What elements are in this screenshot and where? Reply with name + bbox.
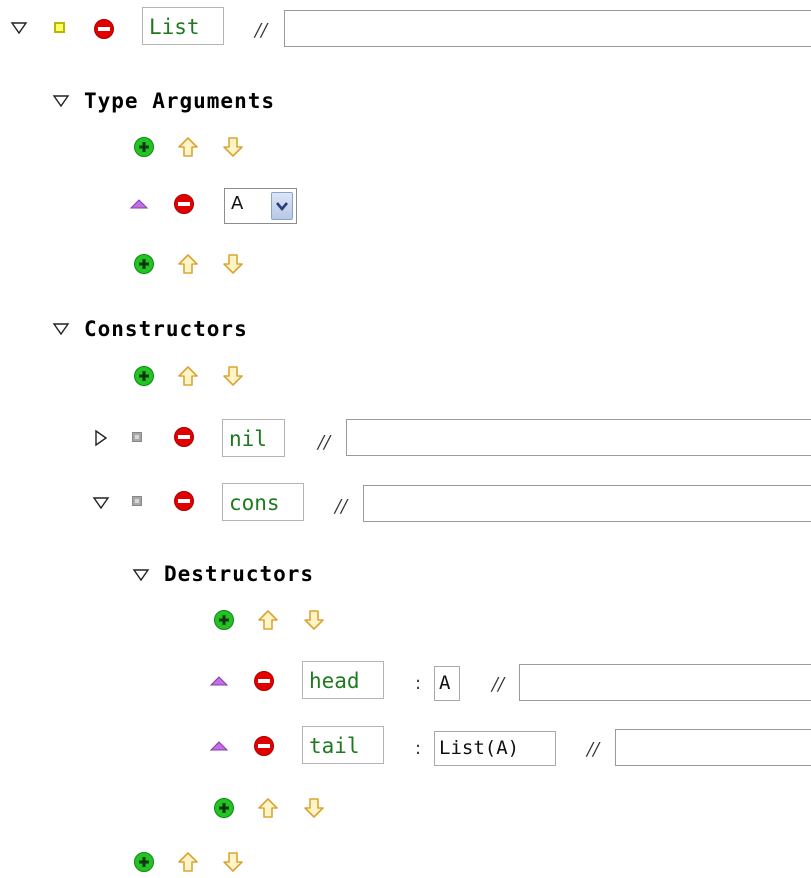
add-icon — [133, 365, 155, 387]
add-destructor-button[interactable] — [213, 797, 235, 819]
expand-toggle-nil[interactable] — [92, 429, 110, 447]
move-up-button[interactable] — [177, 851, 199, 873]
triangle-down-icon — [10, 19, 28, 37]
add-destructor-button[interactable] — [213, 609, 235, 631]
type-separator: : — [415, 738, 422, 759]
destructors-heading: Destructors — [164, 562, 315, 586]
arrow-up-icon — [177, 851, 199, 873]
comment-marker: // — [587, 739, 600, 760]
move-up-button[interactable] — [257, 797, 279, 819]
triangle-down-icon — [92, 494, 110, 512]
tail-comment-input[interactable] — [615, 729, 811, 766]
remove-list-button[interactable] — [93, 18, 115, 40]
arrow-down-icon — [222, 136, 244, 158]
destructor-name-field[interactable]: tail — [302, 726, 384, 764]
remove-icon — [93, 18, 115, 40]
remove-cons-button[interactable] — [173, 490, 195, 512]
constructors-heading: Constructors — [84, 317, 248, 341]
comment-marker: // — [318, 432, 331, 453]
add-icon — [213, 609, 235, 631]
arrow-down-icon — [222, 365, 244, 387]
drag-up-icon — [130, 198, 148, 210]
type-separator: : — [415, 673, 422, 694]
cons-comment-input[interactable] — [363, 485, 811, 522]
expand-toggle-list[interactable] — [10, 19, 28, 37]
add-icon — [133, 136, 155, 158]
remove-tail-button[interactable] — [253, 735, 275, 757]
add-constructor-button[interactable] — [133, 851, 155, 873]
arrow-up-icon — [177, 365, 199, 387]
add-icon — [133, 851, 155, 873]
move-up-button[interactable] — [177, 365, 199, 387]
remove-icon — [173, 490, 195, 512]
move-up-button[interactable] — [177, 136, 199, 158]
arrow-up-icon — [177, 253, 199, 275]
list-comment-input[interactable] — [284, 10, 811, 47]
constructor-name-field[interactable]: nil — [222, 419, 285, 457]
remove-icon — [173, 193, 195, 215]
head-comment-input[interactable] — [519, 664, 811, 701]
remove-type-argument-button[interactable] — [173, 193, 195, 215]
select-dropdown-button[interactable] — [271, 192, 293, 220]
drag-handle[interactable] — [130, 198, 148, 210]
expand-toggle-destructors[interactable] — [132, 566, 150, 584]
nil-comment-input[interactable] — [346, 419, 811, 456]
destructor-type-field[interactable]: List(A) — [434, 731, 556, 766]
constructor-name-field[interactable]: cons — [222, 483, 304, 521]
move-down-button[interactable] — [222, 253, 244, 275]
move-down-button[interactable] — [222, 365, 244, 387]
drag-handle[interactable] — [210, 740, 228, 752]
type-arguments-heading: Type Arguments — [84, 89, 276, 113]
remove-icon — [253, 735, 275, 757]
expand-toggle-type-arguments[interactable] — [52, 92, 70, 110]
expand-toggle-constructors[interactable] — [52, 320, 70, 338]
move-down-button[interactable] — [303, 609, 325, 631]
triangle-down-icon — [52, 92, 70, 110]
add-constructor-button[interactable] — [133, 365, 155, 387]
drag-up-icon — [210, 740, 228, 752]
comment-marker: // — [492, 674, 505, 695]
triangle-right-icon — [92, 429, 110, 447]
constructor-node-icon — [132, 496, 142, 506]
chevron-down-icon — [276, 202, 288, 211]
move-down-button[interactable] — [222, 136, 244, 158]
move-up-button[interactable] — [257, 609, 279, 631]
remove-icon — [253, 670, 275, 692]
drag-up-icon — [210, 675, 228, 687]
add-type-argument-button[interactable] — [133, 136, 155, 158]
expand-toggle-cons[interactable] — [92, 494, 110, 512]
triangle-down-icon — [132, 566, 150, 584]
comment-marker: // — [255, 20, 268, 41]
remove-head-button[interactable] — [253, 670, 275, 692]
destructor-type-field[interactable]: A — [434, 666, 460, 701]
arrow-down-icon — [303, 609, 325, 631]
arrow-down-icon — [303, 797, 325, 819]
destructor-name-field[interactable]: head — [302, 661, 384, 699]
arrow-down-icon — [222, 253, 244, 275]
add-type-argument-button[interactable] — [133, 253, 155, 275]
drag-handle[interactable] — [210, 675, 228, 687]
arrow-up-icon — [257, 797, 279, 819]
type-argument-value: A — [231, 193, 244, 214]
arrow-down-icon — [222, 851, 244, 873]
arrow-up-icon — [177, 136, 199, 158]
add-icon — [133, 253, 155, 275]
move-down-button[interactable] — [303, 797, 325, 819]
comment-marker: // — [335, 496, 348, 517]
constructor-node-icon — [132, 432, 142, 442]
move-up-button[interactable] — [177, 253, 199, 275]
move-down-button[interactable] — [222, 851, 244, 873]
triangle-down-icon — [52, 320, 70, 338]
list-name-field[interactable]: List — [142, 7, 224, 45]
type-argument-select[interactable]: A — [224, 188, 297, 224]
type-node-icon — [54, 22, 65, 33]
remove-nil-button[interactable] — [173, 426, 195, 448]
add-icon — [213, 797, 235, 819]
arrow-up-icon — [257, 609, 279, 631]
remove-icon — [173, 426, 195, 448]
